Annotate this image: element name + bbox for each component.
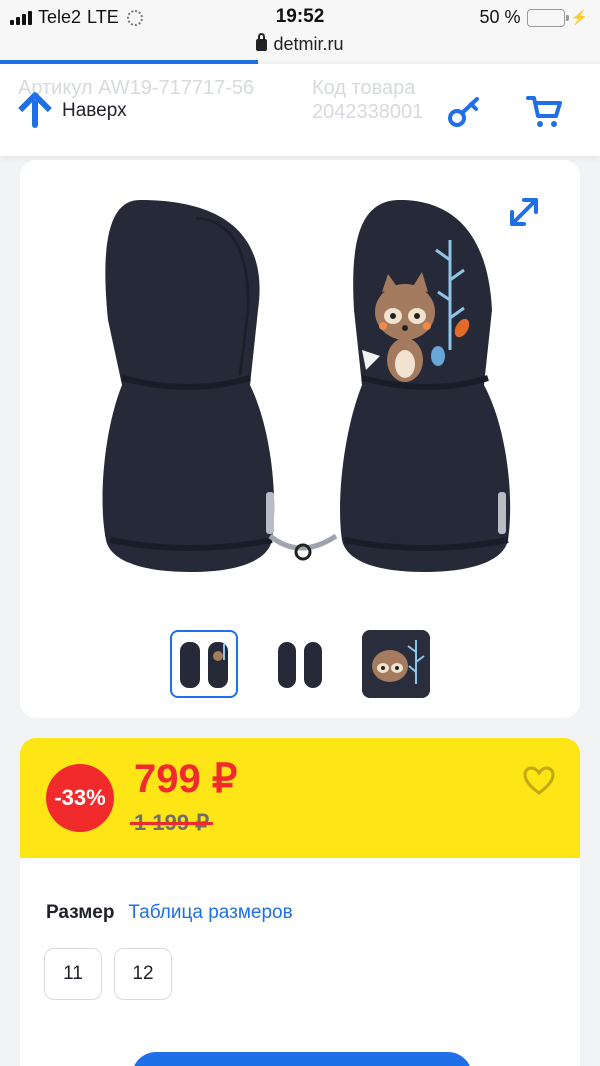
thumbnail-detail[interactable] <box>362 630 430 698</box>
battery-percent: 50 % <box>479 7 521 27</box>
thumbnail-detail-image <box>364 632 428 696</box>
size-option-11[interactable]: 11 <box>44 948 102 1000</box>
current-price: 799 ₽ <box>134 757 238 801</box>
add-to-cart-button[interactable] <box>132 1052 472 1066</box>
product-code-ghost: Код товара 2042338001 <box>312 77 424 123</box>
thumbnail-strip <box>170 630 430 698</box>
size-selector: Размер Таблица размеров 11 12 <box>20 858 580 1066</box>
size-option-12[interactable]: 12 <box>114 948 172 1000</box>
thumbnail-front[interactable] <box>170 630 238 698</box>
strikethrough-line <box>130 822 214 825</box>
product-gallery <box>20 160 580 718</box>
url-text: detmir.ru <box>273 34 344 54</box>
size-table-link[interactable]: Таблица размеров <box>128 902 292 924</box>
arrow-up-icon <box>20 94 50 128</box>
address-bar[interactable]: detmir.ru <box>0 33 600 62</box>
back-to-top-label: Наверх <box>62 100 127 121</box>
back-to-top-button[interactable]: Наверх <box>20 94 127 128</box>
thumbnail-back-image <box>278 642 322 688</box>
size-title: Размер <box>46 902 115 923</box>
thumbnail-back[interactable] <box>266 630 334 698</box>
old-price: 1 199 ₽ <box>130 810 214 836</box>
key-icon[interactable] <box>446 94 482 130</box>
status-bar: Tele2 LTE 19:52 50 % ⚡ <box>0 0 600 34</box>
sticky-header: Артикул AW19-717717-56 Код товара 204233… <box>0 64 600 156</box>
charging-icon: ⚡ <box>570 9 588 25</box>
heart-icon[interactable] <box>522 764 556 798</box>
battery-icon <box>526 8 569 27</box>
product-main-image[interactable] <box>100 200 520 580</box>
price-block: -33% 799 ₽ 1 199 ₽ <box>20 738 580 858</box>
discount-badge: -33% <box>46 764 114 832</box>
cart-icon[interactable] <box>526 94 564 130</box>
lock-icon <box>256 33 268 51</box>
thumbnail-front-image <box>180 642 228 688</box>
